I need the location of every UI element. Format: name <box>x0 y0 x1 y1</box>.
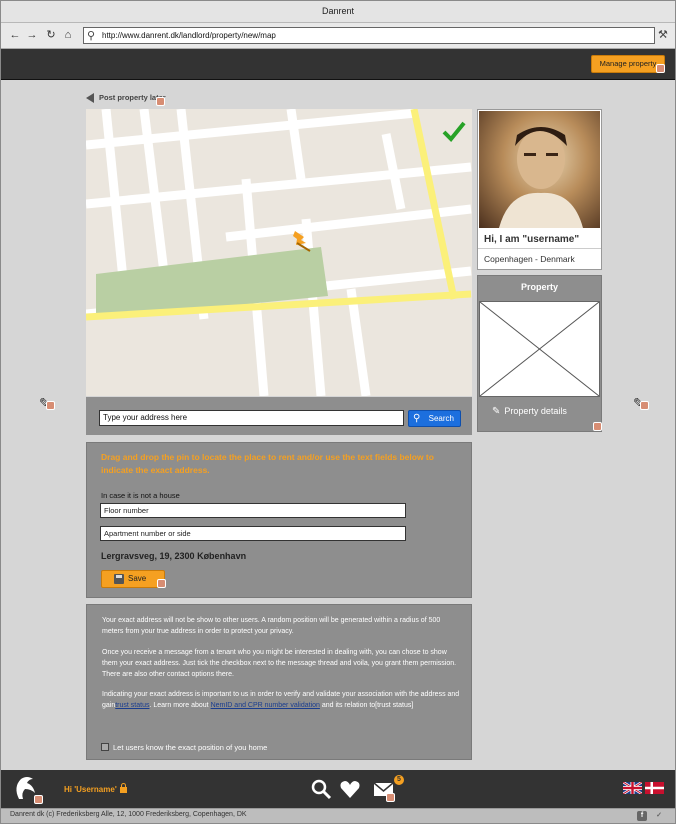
save-button[interactable]: Save <box>101 570 165 588</box>
privacy-paragraph-3: Indicating your exact address is importa… <box>102 689 460 711</box>
search-icon[interactable] <box>310 778 332 800</box>
trust-text-post: and its relation to[trust status] <box>321 702 414 709</box>
uk-flag-icon[interactable] <box>623 782 642 794</box>
note-flag-icon <box>156 97 165 106</box>
search-button[interactable]: ⚲ Search <box>408 410 461 427</box>
location-form: Drag and drop the pin to locate the plac… <box>86 442 472 598</box>
property-details-link[interactable]: ✎ Property details <box>492 406 567 417</box>
message-count-badge: 5 <box>394 775 404 785</box>
trust-text-mid: . Learn more about <box>149 702 209 709</box>
profile-photo <box>479 111 600 228</box>
save-disk-icon <box>114 574 124 584</box>
language-flags <box>623 782 667 794</box>
forward-arrow-icon[interactable]: → <box>26 29 38 41</box>
user-greeting[interactable]: Hi 'Username' <box>64 783 127 794</box>
post-property-later-link[interactable]: Post property later <box>86 93 166 105</box>
manage-property-button[interactable]: Manage property <box>591 55 665 73</box>
property-title: Property <box>520 282 558 292</box>
share-position-checkbox[interactable] <box>101 743 109 751</box>
map-pin-icon[interactable] <box>288 229 312 253</box>
pin-instructions: Drag and drop the pin to locate the plac… <box>101 452 434 475</box>
property-details-label: Property details <box>504 406 567 416</box>
profile-location: Copenhagen - Denmark <box>484 254 575 264</box>
back-arrow-icon <box>86 93 94 104</box>
address-search-bar: Type your address here ⚲ Search <box>86 397 472 435</box>
note-flag-icon <box>640 401 649 410</box>
resolved-address: Lergravsveg, 19, 2300 København <box>101 551 247 561</box>
profile-card: Hi, I am "username" Copenhagen - Denmark <box>477 109 602 270</box>
nemid-validation-link[interactable]: NemID and CPR number validation <box>211 702 320 709</box>
reload-icon[interactable]: ↻ <box>45 29 57 41</box>
floor-number-input[interactable]: Floor number <box>100 503 406 518</box>
browser-window: Danrent ← → ↻ ⌂ ⚲ http://www.danrent.dk/… <box>0 0 676 824</box>
note-flag-icon <box>656 64 665 73</box>
back-arrow-icon[interactable]: ← <box>9 29 21 41</box>
trust-status-link[interactable]: trust status <box>115 702 149 709</box>
privacy-paragraph-2: Once you receive a message from a tenant… <box>102 649 457 678</box>
note-flag-icon <box>34 795 43 804</box>
address-bar: ← → ↻ ⌂ ⚲ http://www.danrent.dk/landlord… <box>1 23 675 49</box>
search-button-label: Search <box>428 414 454 423</box>
apartment-number-input[interactable]: Apartment number or side <box>100 526 406 541</box>
privacy-info-panel: Your exact address will not be show to o… <box>86 604 472 760</box>
house-label: In case it is not a house <box>101 491 180 500</box>
note-flag-icon <box>593 422 602 431</box>
lock-icon <box>119 783 127 793</box>
share-position-row[interactable]: Let users know the exact position of you… <box>101 742 267 753</box>
map-graphic <box>86 109 472 396</box>
top-bar: Manage property <box>1 49 675 80</box>
home-icon[interactable]: ⌂ <box>62 29 74 41</box>
profile-greeting: Hi, I am "username" <box>484 234 580 245</box>
url-text: http://www.danrent.dk/landlord/property/… <box>102 31 276 40</box>
property-image-placeholder <box>479 301 600 397</box>
pencil-icon: ✎ <box>492 406 501 417</box>
status-bar: Danrent dk (c) Frederiksberg Alle, 12, 1… <box>1 808 675 823</box>
note-flag-icon <box>46 401 55 410</box>
note-flag-icon <box>157 579 166 588</box>
map-view[interactable] <box>86 109 472 396</box>
facebook-icon[interactable]: f <box>637 811 647 821</box>
user-greeting-label: Hi 'Username' <box>64 785 117 794</box>
footer-bar: Hi 'Username' 5 <box>1 770 675 808</box>
heart-icon[interactable] <box>339 778 361 800</box>
privacy-paragraph-1: Your exact address will not be show to o… <box>102 617 441 635</box>
denmark-flag-icon[interactable] <box>645 782 664 794</box>
search-icon: ⚲ <box>413 413 421 424</box>
wrench-icon[interactable]: ⚒ <box>658 28 668 41</box>
property-card[interactable]: Property ✎ Property details <box>477 275 602 432</box>
address-input[interactable]: Type your address here <box>99 410 404 426</box>
note-flag-icon <box>386 793 395 802</box>
profile-divider <box>478 248 601 249</box>
search-icon: ⚲ <box>87 30 96 42</box>
window-title: Danrent <box>1 1 675 23</box>
checkmark-icon <box>442 121 466 142</box>
twitter-icon[interactable]: ✓ <box>654 811 664 821</box>
share-position-label: Let users know the exact position of you… <box>113 743 268 752</box>
save-button-label: Save <box>128 574 147 583</box>
copyright-text: Danrent dk (c) Frederiksberg Alle, 12, 1… <box>10 811 247 818</box>
url-field[interactable]: ⚲ http://www.danrent.dk/landlord/propert… <box>83 27 655 44</box>
